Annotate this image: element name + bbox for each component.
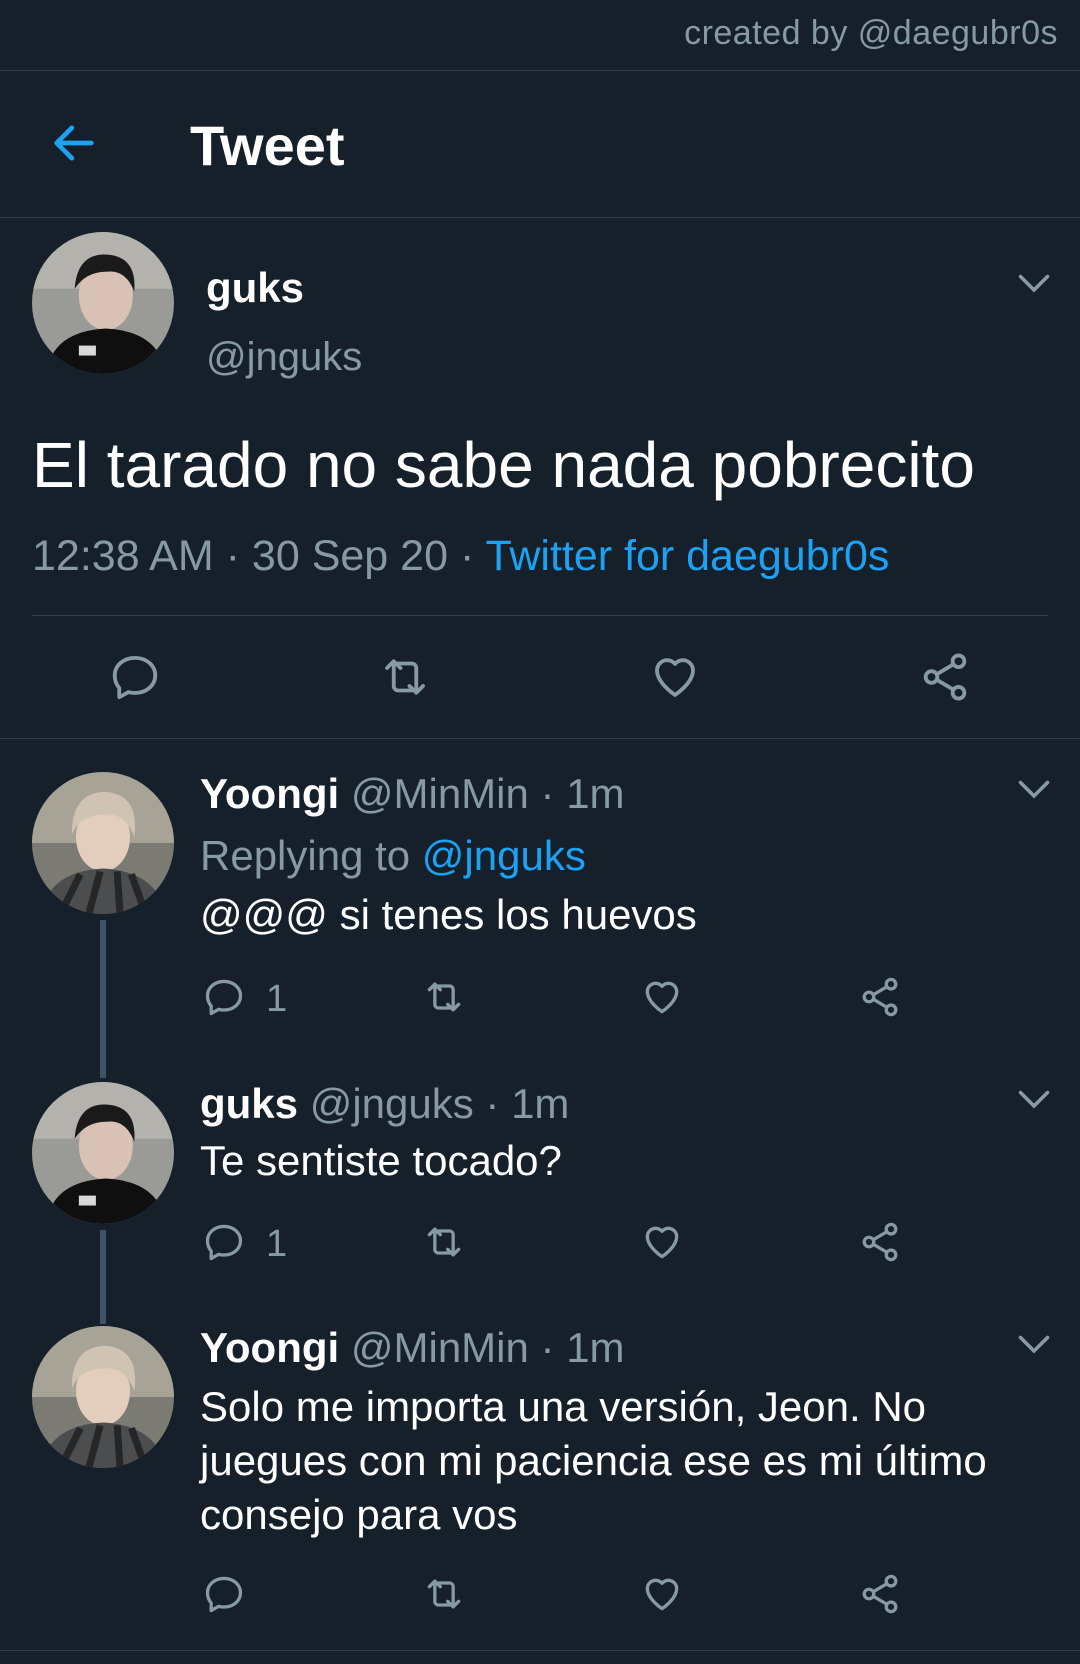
divider [0, 1650, 1080, 1651]
share-icon[interactable] [918, 650, 972, 704]
thread-connector [100, 920, 106, 1078]
reply-author-name[interactable]: Yoongi [200, 1324, 339, 1371]
meta-separator: · [225, 532, 252, 580]
reply-icon[interactable] [202, 975, 246, 1019]
retweet-icon[interactable] [420, 975, 468, 1019]
tweet-date: 30 Sep 20 [251, 532, 448, 580]
reply-author-handle[interactable]: @MinMin [351, 1324, 529, 1371]
meta-separator: · [485, 1080, 512, 1127]
reply-author-name[interactable]: Yoongi [200, 770, 339, 817]
meta-separator: · [540, 770, 567, 817]
divider [32, 615, 1048, 616]
reply-options-chevron-icon[interactable] [1016, 778, 1052, 802]
avatar-guks[interactable] [32, 1082, 174, 1224]
retweet-icon[interactable] [420, 1572, 468, 1616]
retweet-icon[interactable] [420, 1220, 468, 1264]
share-icon[interactable] [858, 1572, 902, 1616]
reply-text: @@@ si tenes los huevos [200, 891, 697, 938]
reply-header: Yoongi @MinMin · 1m [200, 1324, 625, 1372]
page-title: Tweet [190, 114, 345, 177]
reply-age: 1m [511, 1080, 570, 1127]
reply-header: Yoongi @MinMin · 1m [200, 770, 625, 818]
replying-to-label: Replying to [200, 832, 411, 879]
reply-options-chevron-icon[interactable] [1016, 1088, 1052, 1112]
reply-author-handle[interactable]: @MinMin [351, 770, 529, 817]
tweet-meta: 12:38 AM · 30 Sep 20 · Twitter for daegu… [32, 532, 889, 581]
retweet-icon[interactable] [376, 650, 434, 704]
author-name[interactable]: guks [206, 264, 304, 312]
replying-to-handle-link[interactable]: @jnguks [422, 832, 586, 879]
replying-to: Replying to @jnguks [200, 832, 586, 880]
like-heart-icon[interactable] [640, 1572, 684, 1616]
like-heart-icon[interactable] [640, 975, 684, 1019]
thread-connector [100, 1230, 106, 1324]
reply-count: 1 [266, 1223, 288, 1265]
reply-author-name[interactable]: guks [200, 1080, 298, 1127]
main-tweet-actions [0, 640, 1080, 739]
share-icon[interactable] [858, 975, 902, 1019]
reply-count: 1 [266, 978, 288, 1020]
avatar-guks[interactable] [32, 232, 174, 374]
top-app-bar: Tweet [0, 71, 1080, 218]
like-heart-icon[interactable] [640, 1220, 684, 1264]
tweet-time: 12:38 AM [32, 532, 214, 580]
avatar-yoongi[interactable] [32, 1326, 174, 1468]
credit-bar: created by @daegubr0s [0, 0, 1080, 71]
reply-author-handle[interactable]: @jnguks [310, 1080, 474, 1127]
reply-header: guks @jnguks · 1m [200, 1080, 569, 1128]
meta-separator: · [459, 532, 486, 580]
tweet-text: El tarado no sabe nada pobrecito [32, 429, 975, 501]
reply-icon[interactable] [202, 1572, 246, 1616]
reply-age: 1m [566, 1324, 625, 1371]
avatar-yoongi[interactable] [32, 772, 174, 914]
back-arrow-icon[interactable] [48, 117, 100, 169]
reply-age: 1m [566, 770, 625, 817]
reply-icon[interactable] [202, 1220, 246, 1264]
reply-icon[interactable] [108, 650, 162, 704]
like-heart-icon[interactable] [648, 650, 702, 704]
tweet-source-link[interactable]: Twitter for daegubr0s [485, 532, 889, 580]
author-handle[interactable]: @jnguks [206, 335, 362, 380]
share-icon[interactable] [858, 1220, 902, 1264]
reply-options-chevron-icon[interactable] [1016, 1333, 1052, 1357]
tweet-options-chevron-icon[interactable] [1016, 272, 1052, 296]
creator-credit: created by @daegubr0s [684, 14, 1058, 52]
reply-text: Te sentiste tocado? [200, 1137, 562, 1184]
meta-separator: · [540, 1324, 567, 1371]
reply-text: Solo me importa una versión, Jeon. No ju… [200, 1383, 987, 1538]
